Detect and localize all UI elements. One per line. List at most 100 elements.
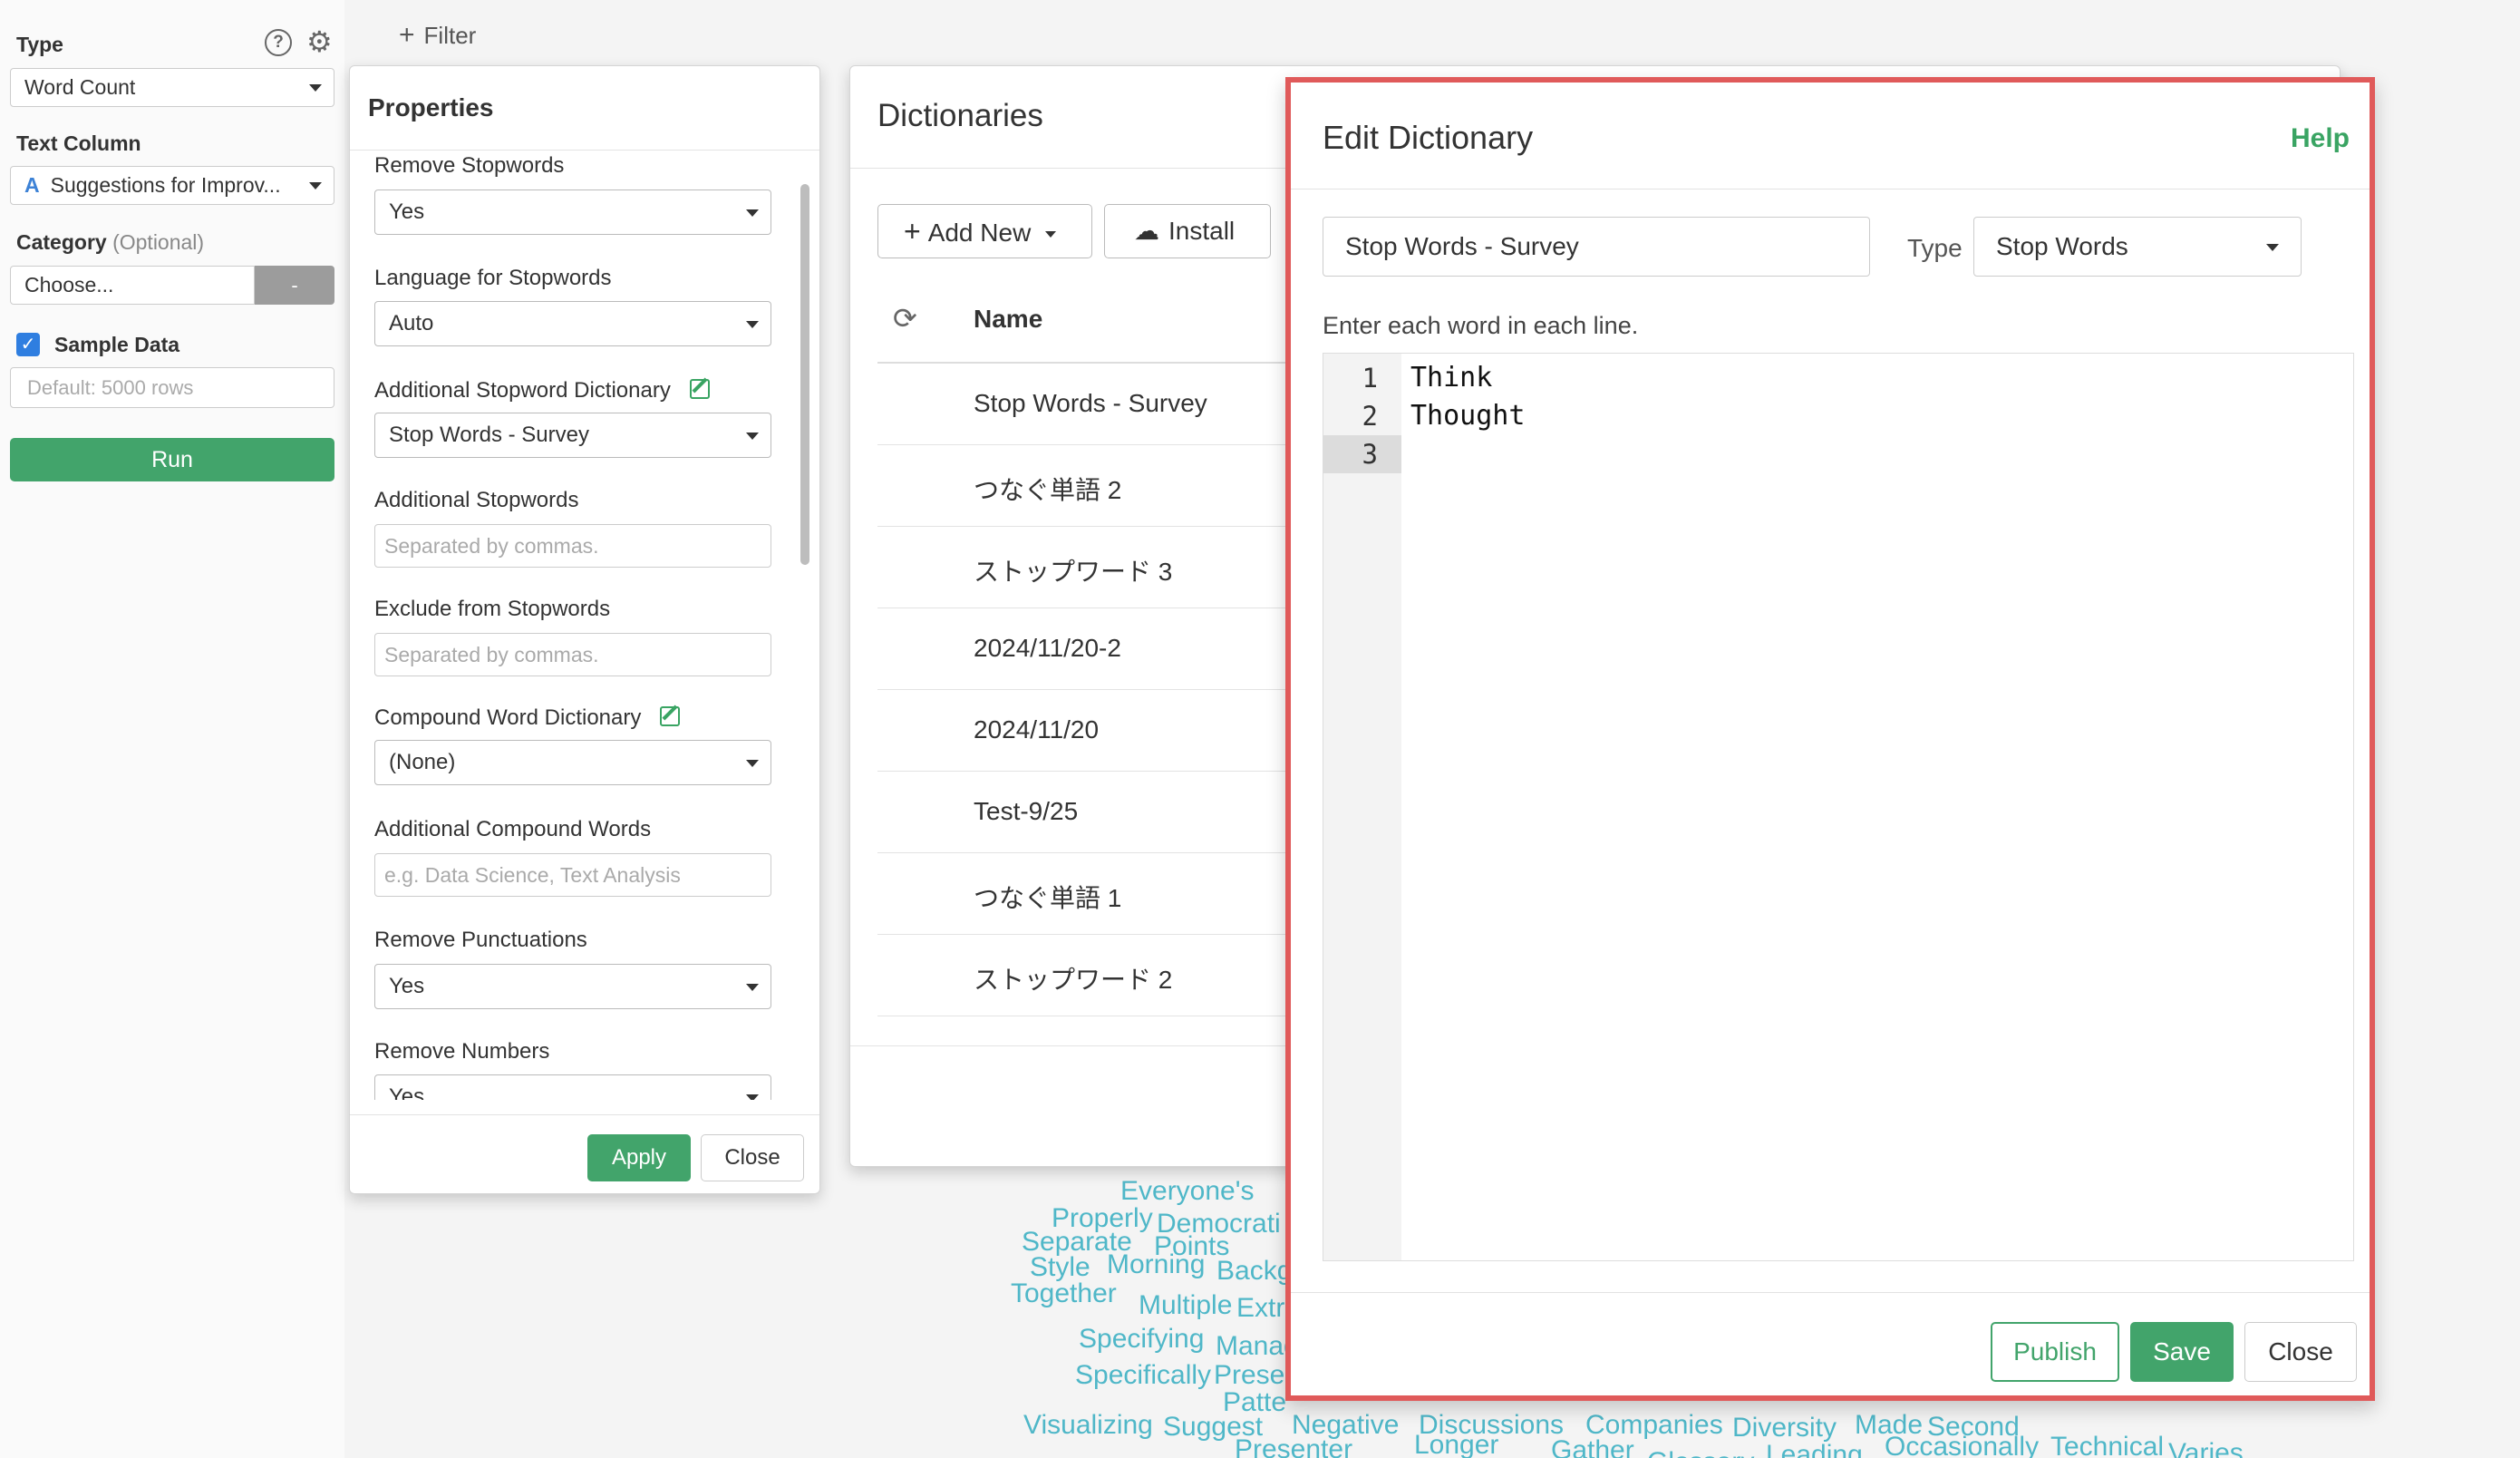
text-column-value: Suggestions for Improv... — [50, 173, 281, 197]
remove-punct-label: Remove Punctuations — [374, 928, 587, 952]
language-select[interactable]: Auto — [374, 301, 771, 346]
refresh-icon[interactable]: ⟳ — [893, 301, 917, 335]
chevron-down-icon — [309, 182, 322, 190]
save-button[interactable]: Save — [2130, 1322, 2234, 1382]
install-label: Install — [1168, 217, 1236, 245]
sample-rows-input[interactable]: Default: 5000 rows — [10, 367, 334, 408]
help-icon[interactable]: ? — [265, 29, 292, 56]
additional-stopwords-input[interactable]: Separated by commas. — [374, 524, 771, 568]
remove-stopwords-select[interactable]: Yes — [374, 190, 771, 235]
additional-dict-select[interactable]: Stop Words - Survey — [374, 413, 771, 458]
text-column-select[interactable]: A Suggestions for Improv... — [10, 166, 334, 205]
remove-punct-select[interactable]: Yes — [374, 964, 771, 1009]
chevron-down-icon — [746, 433, 759, 440]
dictionary-name: ストップワード 3 — [974, 558, 1173, 586]
additional-dict-value: Stop Words - Survey — [389, 423, 589, 447]
edit-dictionary-dialog: Edit Dictionary Help Stop Words - Survey… — [1285, 77, 2375, 1401]
remove-numbers-value: Yes — [389, 1084, 425, 1100]
exclude-input[interactable]: Separated by commas. — [374, 633, 771, 676]
publish-button[interactable]: Publish — [1991, 1322, 2119, 1382]
compound-dict-select[interactable]: (None) — [374, 740, 771, 785]
remove-numbers-select[interactable]: Yes — [374, 1074, 771, 1100]
word-cloud-word: Occasionally — [1885, 1432, 2040, 1458]
properties-header-divider — [350, 150, 819, 151]
instruction-text: Enter each word in each line. — [1323, 312, 1639, 339]
plus-icon: + — [904, 215, 921, 248]
language-value: Auto — [389, 311, 434, 335]
properties-title: Properties — [368, 93, 494, 122]
remove-stopwords-label: Remove Stopwords — [374, 153, 565, 178]
word-cloud-word: Longer — [1414, 1430, 1499, 1458]
dictionary-type-select[interactable]: Stop Words — [1973, 217, 2302, 277]
dictionary-type-value: Stop Words — [1996, 232, 2128, 260]
remove-stopwords-value: Yes — [389, 199, 425, 224]
name-column-header: Name — [974, 305, 1043, 333]
cloud-download-icon: ☁ — [1134, 217, 1159, 245]
category-label: Category (Optional) — [16, 230, 204, 255]
line-number: 2 — [1362, 401, 1378, 432]
type-label: Type — [1907, 234, 1963, 262]
exclude-label: Exclude from Stopwords — [374, 597, 611, 621]
word-cloud-word: Diversity — [1732, 1413, 1837, 1443]
type-select[interactable]: Word Count — [10, 68, 334, 107]
word-cloud-word: Specifically — [1075, 1360, 1212, 1390]
edit-icon[interactable] — [660, 706, 680, 726]
gear-icon[interactable]: ⚙ — [306, 27, 333, 56]
run-button[interactable]: Run — [10, 438, 334, 481]
additional-compound-input[interactable]: e.g. Data Science, Text Analysis — [374, 853, 771, 897]
word-cloud-word: Varies — [2168, 1438, 2244, 1458]
dictionary-name: Stop Words - Survey — [974, 389, 1207, 417]
word-cloud-word: Morning — [1107, 1249, 1206, 1279]
filter-button[interactable]: + Filter — [399, 20, 476, 51]
dictionary-name: Test-9/25 — [974, 797, 1079, 825]
word-cloud-word: Multiple — [1139, 1290, 1233, 1320]
word-cloud-word: Gather — [1551, 1435, 1634, 1458]
properties-footer-divider — [350, 1114, 819, 1115]
properties-close-button[interactable]: Close — [701, 1134, 804, 1181]
remove-punct-value: Yes — [389, 974, 425, 998]
word-cloud-word: Presenter — [1235, 1434, 1353, 1458]
dictionary-name-input[interactable]: Stop Words - Survey — [1323, 217, 1870, 277]
additional-compound-label: Additional Compound Words — [374, 817, 652, 841]
editor-line[interactable]: Think — [1410, 359, 1492, 397]
edit-close-button[interactable]: Close — [2244, 1322, 2357, 1382]
help-link[interactable]: Help — [2291, 123, 2350, 154]
editor-line[interactable]: Thought — [1410, 397, 1525, 435]
word-list-editor[interactable]: 1 Think 2 Thought 3 — [1323, 353, 2354, 1261]
sample-data-label: Sample Data — [54, 333, 180, 356]
word-cloud-word: Technical — [2050, 1432, 2165, 1458]
additional-dict-label: Additional Stopword Dictionary — [374, 378, 671, 403]
chevron-down-icon — [2266, 244, 2279, 251]
properties-scroll-clip: Yes — [350, 1073, 807, 1100]
dictionaries-title: Dictionaries — [877, 98, 1043, 133]
edit-footer-divider — [1291, 1292, 2370, 1293]
line-number: 1 — [1362, 363, 1378, 394]
chevron-down-icon — [746, 209, 759, 217]
install-button[interactable]: ☁ Install — [1104, 204, 1271, 258]
word-cloud-word: Leading — [1766, 1440, 1863, 1458]
properties-scrollbar[interactable] — [800, 184, 809, 565]
type-select-value: Word Count — [24, 75, 136, 99]
category-optional: (Optional) — [112, 230, 205, 254]
remove-numbers-label: Remove Numbers — [374, 1039, 550, 1064]
edit-icon[interactable] — [690, 379, 710, 399]
word-cloud-word: Prese — [1214, 1360, 1285, 1390]
sidebar: Type ? ⚙ Word Count Text Column A Suggest… — [0, 0, 344, 1458]
filter-label: Filter — [423, 22, 477, 49]
text-type-icon: A — [24, 173, 40, 197]
language-label: Language for Stopwords — [374, 266, 612, 290]
sample-data-checkbox[interactable]: ✓ — [16, 333, 40, 356]
dictionary-name: つなぐ単語 2 — [974, 476, 1122, 504]
add-new-button[interactable]: + Add New — [877, 204, 1092, 258]
chevron-down-icon — [746, 321, 759, 328]
dictionary-name: 2024/11/20 — [974, 715, 1100, 744]
dictionary-name: つなぐ単語 1 — [974, 884, 1122, 912]
word-cloud-word: Everyone's — [1120, 1176, 1255, 1206]
category-clear-button[interactable]: - — [255, 266, 334, 305]
compound-dict-label: Compound Word Dictionary — [374, 705, 642, 730]
plus-icon: + — [399, 20, 415, 50]
compound-dict-value: (None) — [389, 750, 456, 774]
apply-button[interactable]: Apply — [587, 1134, 691, 1181]
category-select[interactable]: Choose... — [10, 266, 255, 305]
chevron-down-icon — [746, 760, 759, 767]
